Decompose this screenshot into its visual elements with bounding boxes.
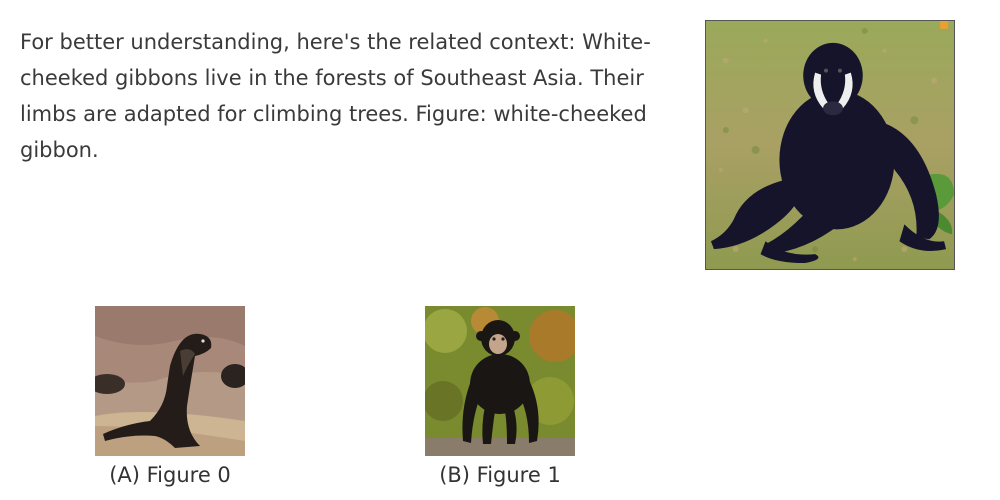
option-a-caption: (A) Figure 0 xyxy=(109,463,231,487)
option-b-caption: (B) Figure 1 xyxy=(439,463,561,487)
sea-lion-photo[interactable] xyxy=(95,306,245,456)
context-paragraph: For better understanding, here's the rel… xyxy=(20,30,651,162)
chimpanzee-photo[interactable] xyxy=(425,306,575,456)
gibbon-photo xyxy=(705,20,955,270)
